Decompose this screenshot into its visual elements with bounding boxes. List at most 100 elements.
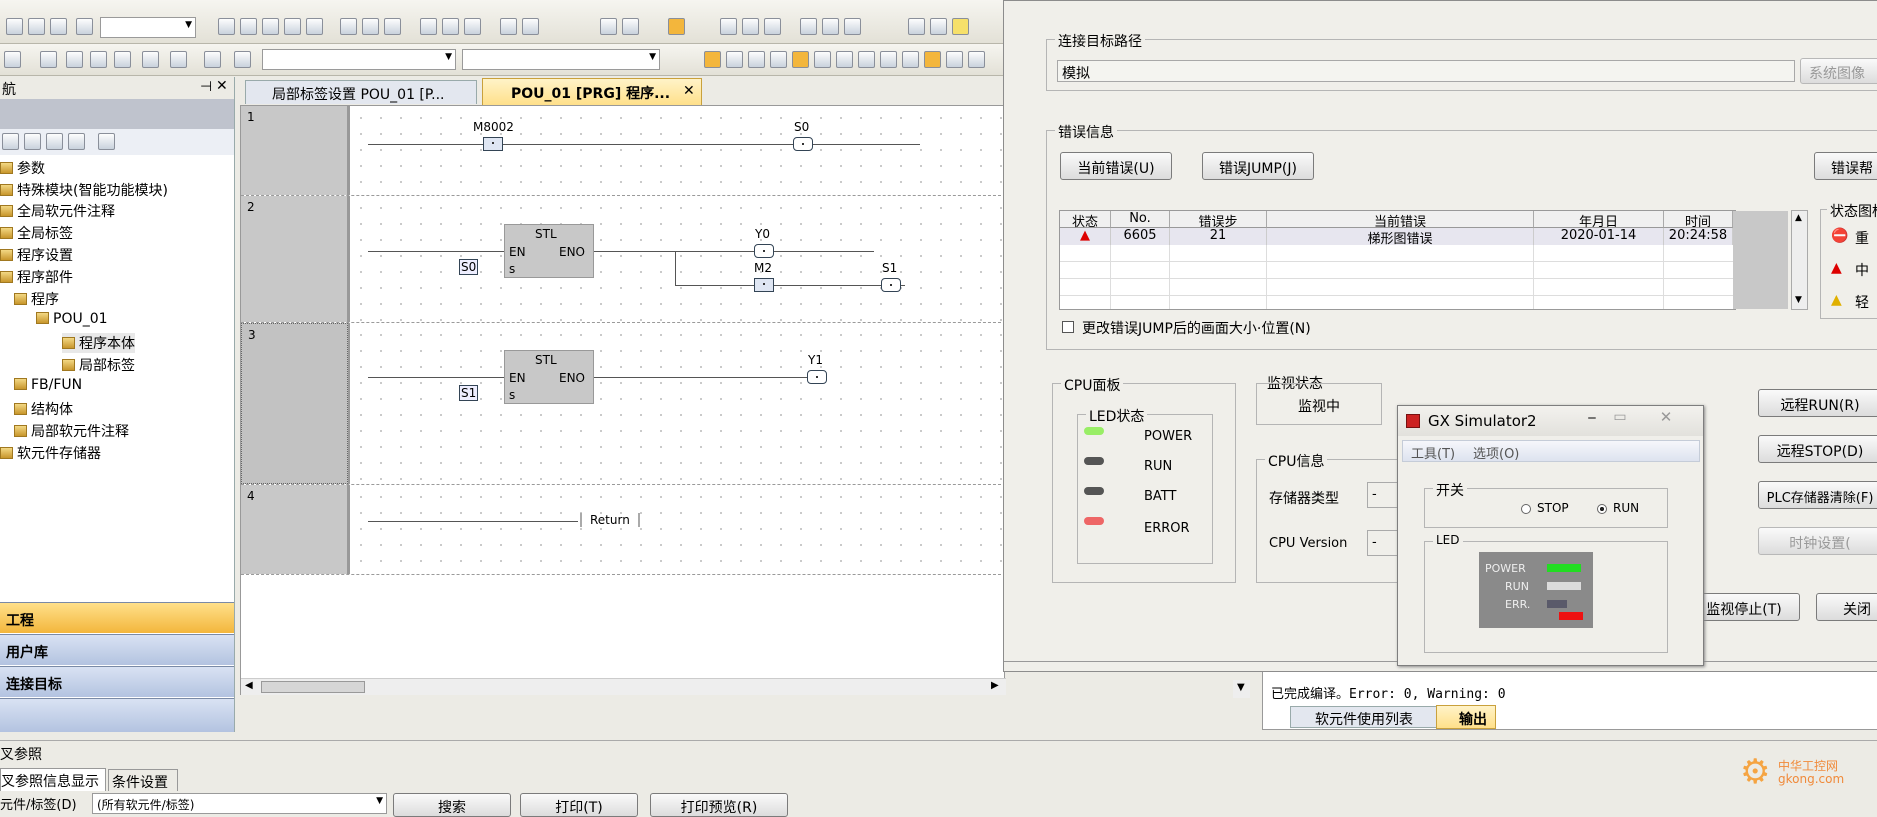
nav-tool-icon-2[interactable] [24,133,41,150]
run-icon[interactable] [930,18,947,35]
edit-icon-12[interactable] [968,51,985,68]
ladder-icon-1[interactable] [720,18,737,35]
edit-icon-4[interactable] [792,51,809,68]
info-icon[interactable] [46,133,63,150]
toolbar-combo-2[interactable] [262,49,456,70]
remote-run-button[interactable]: 远程RUN(R) [1758,389,1877,417]
tab-output[interactable]: 输出 [1436,705,1496,729]
dev-icon-2[interactable] [90,51,107,68]
edit-icon-1[interactable] [726,51,743,68]
tree-item-device-memory[interactable]: 软元件存储器 [0,443,101,463]
print-icon[interactable] [50,18,67,35]
sort-icon[interactable] [98,133,115,150]
project-icon[interactable] [4,51,21,68]
scroll-down-icon[interactable]: ▼ [1237,682,1245,693]
crossref-tab-condition[interactable]: 条件设置 [108,769,178,791]
close-icon[interactable]: ✕ [216,78,228,94]
stl-block-2[interactable]: STL EN ENO s [504,350,594,404]
tree-item-fbfun[interactable]: FB/FUN [14,377,82,393]
edit-icon-9[interactable] [902,51,919,68]
tree-item-struct[interactable]: 结构体 [14,399,73,419]
nav-tool-icon-1[interactable] [2,133,19,150]
plc-verify-icon[interactable] [464,18,481,35]
search-button[interactable]: 搜索 [393,793,511,817]
contact-m2[interactable] [754,278,774,292]
edit-icon-3[interactable] [770,51,787,68]
device-icon[interactable] [668,18,685,35]
tree-item-program[interactable]: 程序 [14,289,59,309]
tree-item-special-module[interactable]: 特殊模块(智能功能模块) [0,180,168,200]
warning-icon[interactable] [952,18,969,35]
error-jump-button[interactable]: 错误JUMP(J) [1202,152,1314,180]
horizontal-scrollbar[interactable]: ◀ ▶ [241,678,1006,695]
copy-icon[interactable] [240,18,257,35]
scroll-thumb[interactable] [261,681,365,693]
error-help-button[interactable]: 错误帮 [1814,152,1877,180]
minimize-icon[interactable]: ‒ [1580,410,1604,428]
monitor-stop-button[interactable]: 监视停止(T) [1688,593,1800,621]
return-instruction[interactable]: Return [580,513,640,527]
open-icon[interactable] [6,18,23,35]
contact-m8002[interactable] [483,137,503,151]
filter-combo[interactable]: (所有软元件/标签) [92,793,387,814]
pin-icon[interactable]: ⊣ [200,79,212,95]
edit-icon-8[interactable] [880,51,897,68]
grid-icon[interactable] [40,51,57,68]
tree-item-pou01[interactable]: POU_01 [36,311,108,327]
tree-item-program-parts[interactable]: 程序部件 [0,267,73,287]
plc-write-icon[interactable] [442,18,459,35]
stop-radio[interactable] [1521,504,1531,514]
find-icon[interactable] [340,18,357,35]
crossref-tab-info[interactable]: 叉参照信息显示 [0,768,106,791]
coil-s1[interactable] [881,278,901,292]
nav-btn-connection[interactable]: 连接目标 [0,666,234,697]
ladder-icon-3[interactable] [764,18,781,35]
edit-icon-5[interactable] [814,51,831,68]
tree-item-local-comment[interactable]: 局部软元件注释 [14,421,129,441]
close-button[interactable]: 关闭 [1816,593,1877,621]
undo-icon[interactable] [284,18,301,35]
help-icon[interactable] [204,51,221,68]
tree-item-global-label[interactable]: 全局标签 [0,223,73,243]
scroll-right-icon[interactable]: ▶ [991,680,999,691]
table-scrollbar[interactable]: ▲ ▼ [1791,210,1808,310]
simulate-icon[interactable] [600,18,617,35]
tab-device-list[interactable]: 软元件使用列表 [1290,706,1438,728]
plc-memory-clear-button[interactable]: PLC存储器清除(F) [1758,481,1877,509]
ladder-icon-5[interactable] [822,18,839,35]
paste-icon[interactable] [262,18,279,35]
scroll-down-icon[interactable]: ▼ [1795,295,1802,305]
redo-icon[interactable] [306,18,323,35]
ladder-icon-6[interactable] [844,18,861,35]
ladder-icon-2[interactable] [742,18,759,35]
compile-all-icon[interactable] [384,18,401,35]
tree-item-param[interactable]: 参数 [0,158,45,178]
tree-item-program-settings[interactable]: 程序设置 [0,245,73,265]
ladder-editor[interactable]: 1 M8002 S0 2 S0 STL EN ENO s Y0 M2 S1 3 … [240,105,1006,695]
nav-btn-more[interactable] [0,698,234,732]
coil-y1[interactable] [807,370,827,384]
edit-icon-11[interactable] [946,51,963,68]
tab-local-label[interactable]: 局部标签设置 POU_01 [P... [245,80,477,104]
clock-setting-button[interactable]: 时钟设置( [1758,527,1877,555]
scroll-left-icon[interactable]: ◀ [245,680,253,691]
tree-item-local-label[interactable]: 局部标签 [62,355,135,375]
compile-icon[interactable] [362,18,379,35]
edit-icon-2[interactable] [748,51,765,68]
print-button[interactable]: 打印(T) [520,793,638,817]
vertical-scrollbar[interactable]: ▼ [1233,680,1250,698]
toolbar-combo-3[interactable] [462,49,660,70]
stl-block-1[interactable]: STL EN ENO s [504,224,594,278]
coil-y0[interactable] [754,244,774,258]
monitor-icon[interactable] [500,18,517,35]
edit-icon-6[interactable] [836,51,853,68]
tree-item-program-body[interactable]: 程序本体 [62,333,135,353]
tree-item-global-comment[interactable]: 全局软元件注释 [0,201,115,221]
run-radio[interactable] [1597,504,1607,514]
current-error-button[interactable]: 当前错误(U) [1060,152,1172,180]
close-icon[interactable]: ✕ [683,83,695,99]
edit-icon-7[interactable] [858,51,875,68]
cut-icon[interactable] [218,18,235,35]
close-icon[interactable]: ✕ [1646,408,1686,426]
monitor-stop-icon[interactable] [522,18,539,35]
